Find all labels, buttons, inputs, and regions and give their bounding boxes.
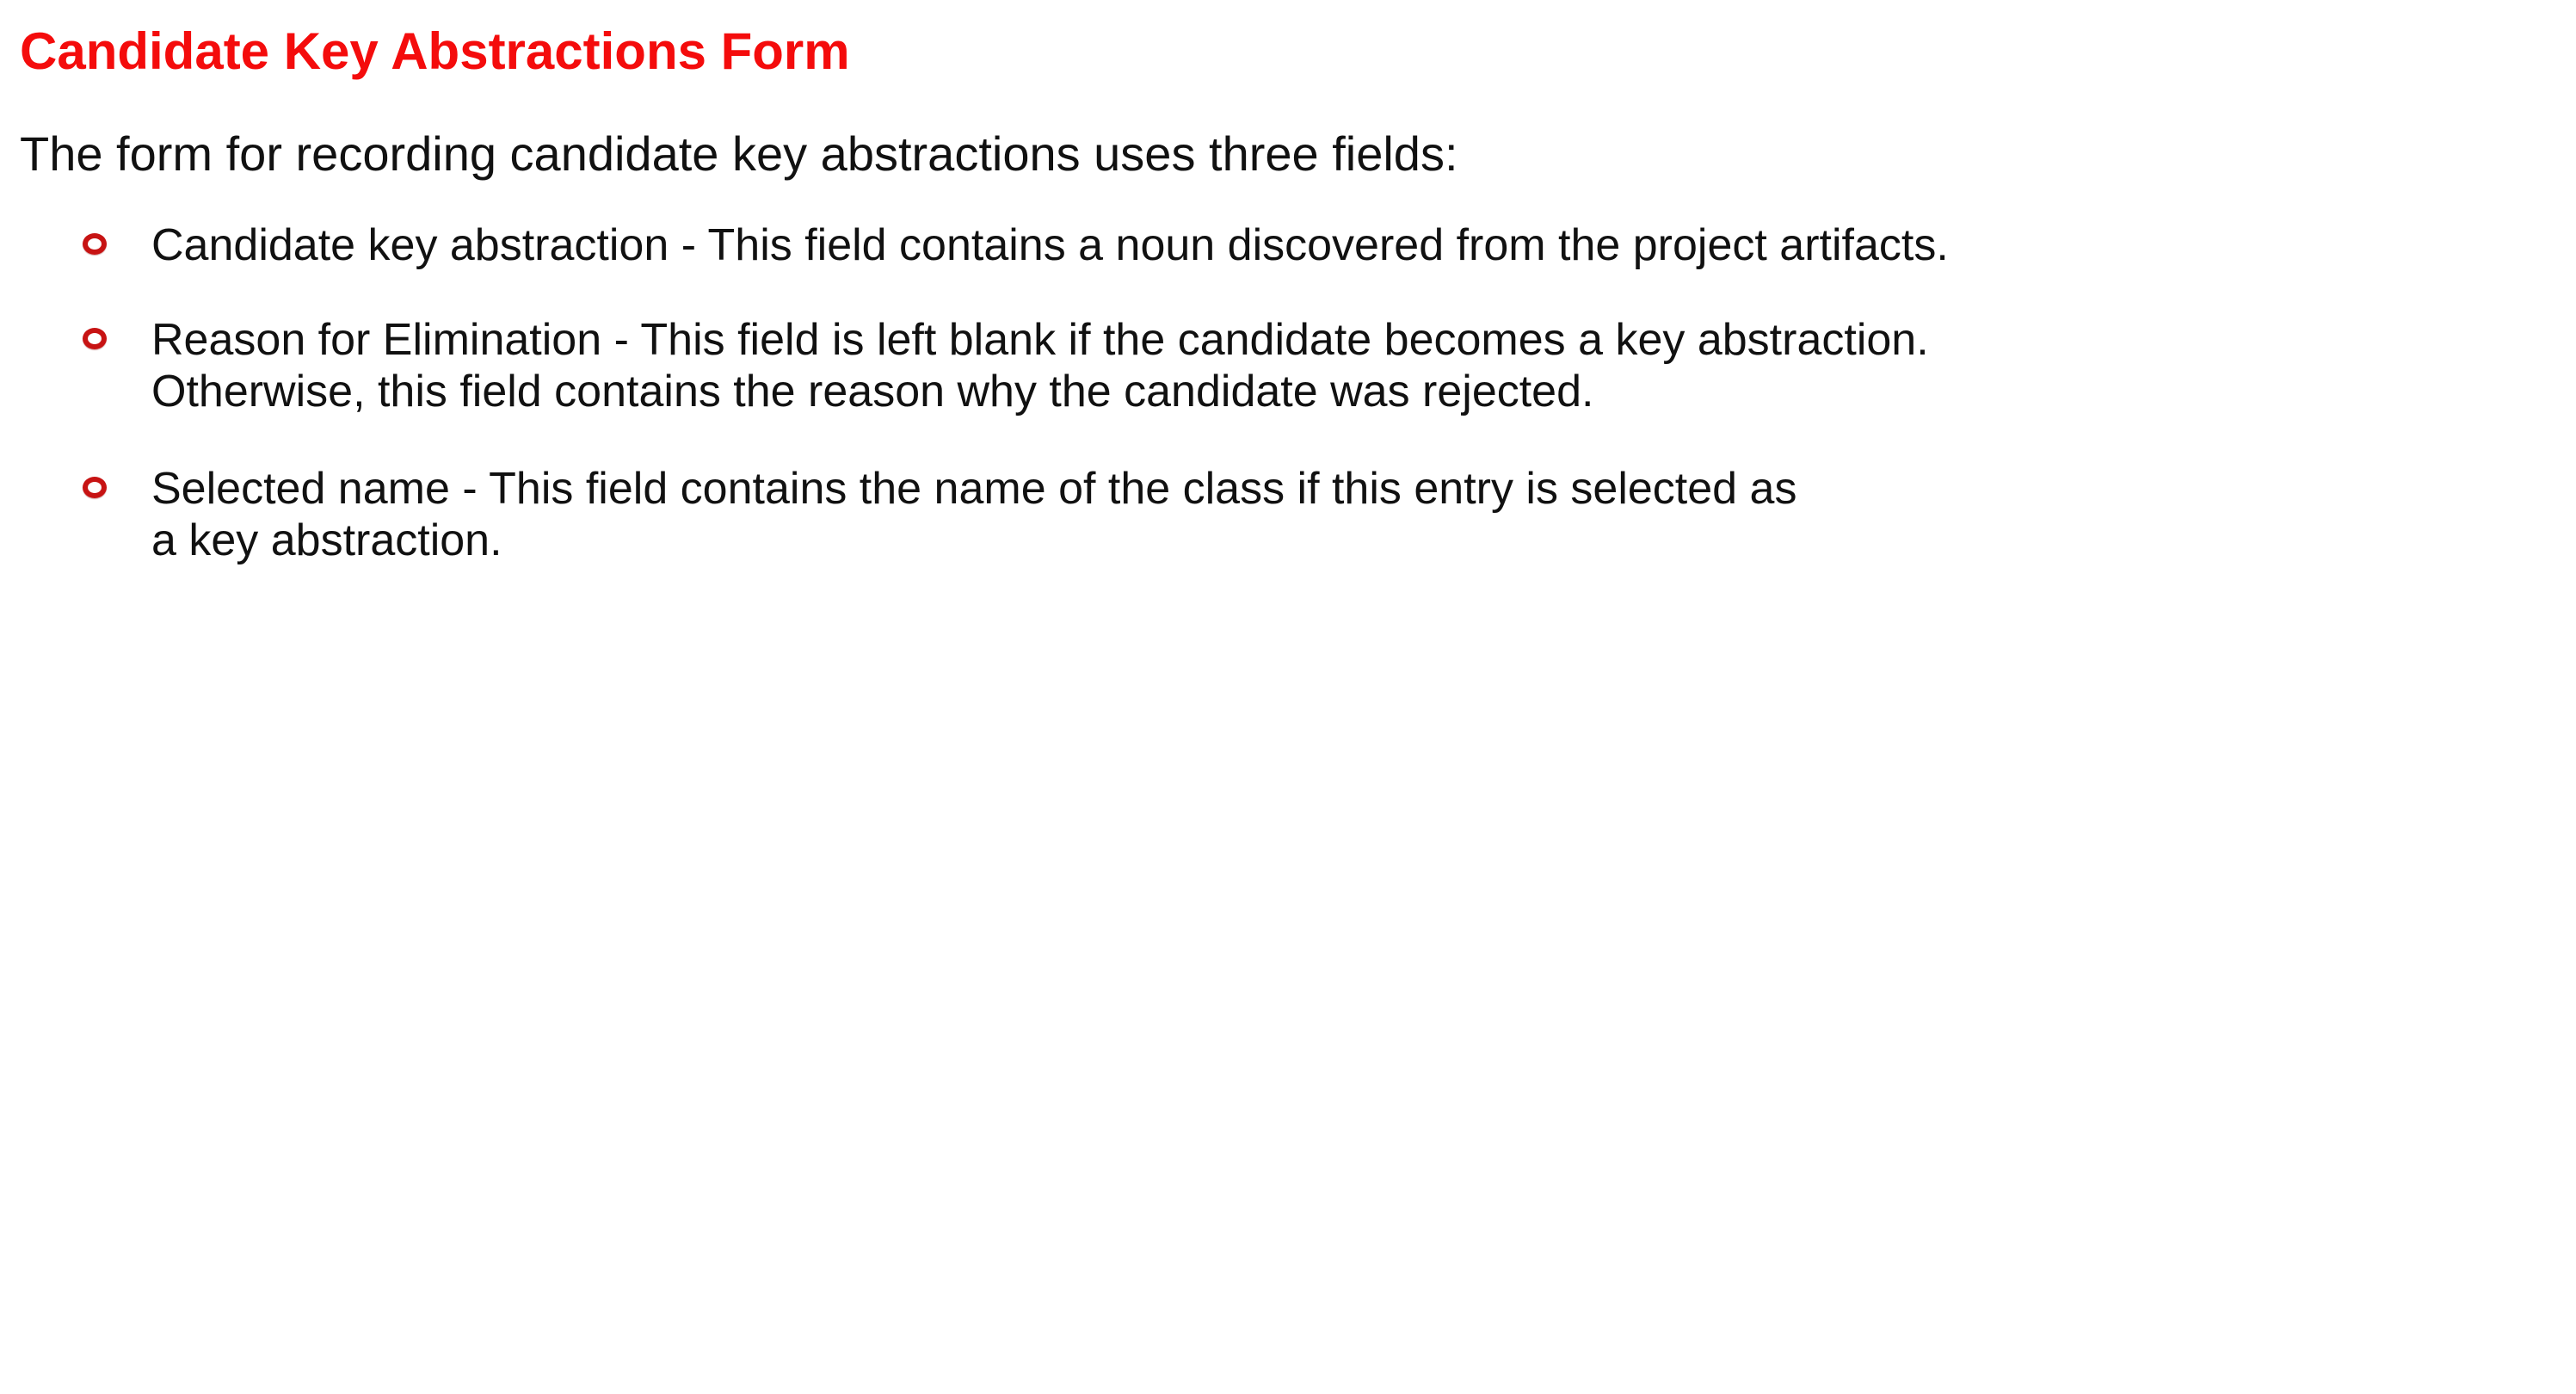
circle-bullet-icon xyxy=(83,328,107,349)
list-item-text: Selected name - This field contains the … xyxy=(151,463,1796,566)
list-item-line: Reason for Elimination - This field is l… xyxy=(151,315,1929,365)
list-item-line: a key abstraction. xyxy=(151,515,502,565)
list-item-text: Candidate key abstraction - This field c… xyxy=(151,219,1949,271)
list-item-line: Candidate key abstraction - This field c… xyxy=(151,220,1949,270)
list-item-text: Reason for Elimination - This field is l… xyxy=(151,314,1929,417)
intro-text: The form for recording candidate key abs… xyxy=(20,126,1458,181)
list-item-line: Selected name - This field contains the … xyxy=(151,464,1797,514)
circle-bullet-icon xyxy=(83,233,107,255)
list-item-line: Otherwise, this field contains the reaso… xyxy=(151,367,1594,416)
circle-bullet-icon xyxy=(83,477,107,498)
page-title: Candidate Key Abstractions Form xyxy=(20,22,850,80)
